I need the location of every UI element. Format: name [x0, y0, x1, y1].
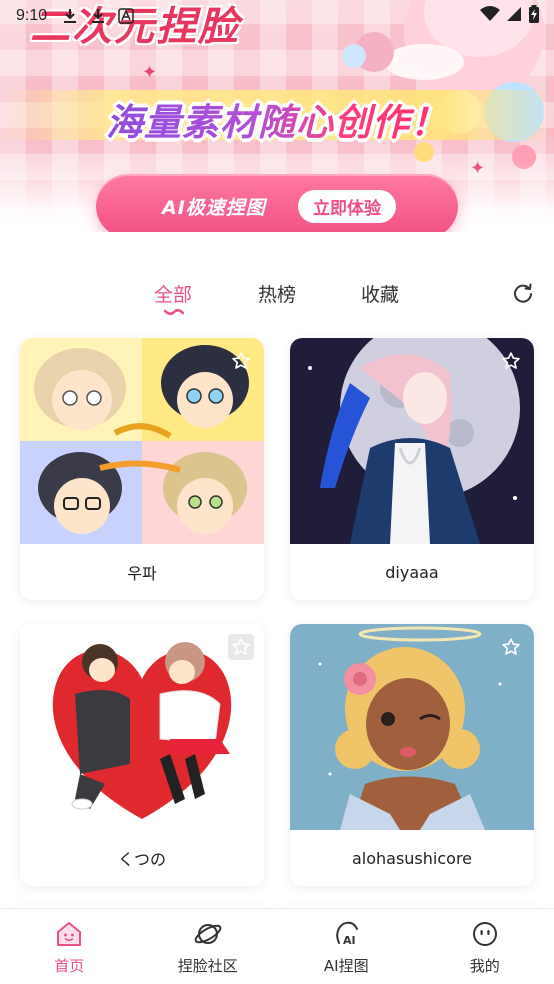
ai-quick-create-button[interactable]: AI极速捏图 立即体验 [96, 174, 458, 232]
nav-label: 我的 [469, 957, 500, 975]
bottom-navigation: 首页 捏脸社区 AI AI捏图 我的 [0, 908, 554, 984]
battery-charging-icon [528, 4, 540, 28]
status-time: 9:10 [16, 7, 48, 24]
refresh-icon[interactable] [512, 282, 534, 304]
card-image [20, 624, 264, 830]
star-icon[interactable] [228, 348, 254, 374]
svg-text:AI: AI [343, 934, 356, 947]
nav-item-ai-create[interactable]: AI AI捏图 [277, 909, 416, 984]
signal-icon [506, 6, 522, 27]
sparkle-icon: ✦ [142, 62, 158, 83]
nav-item-home[interactable]: 首页 [0, 909, 139, 984]
nav-label: 首页 [54, 957, 85, 975]
active-tab-indicator [164, 309, 184, 315]
ai-face-icon: AI [336, 921, 359, 947]
tab-hot[interactable]: 热榜 [258, 280, 296, 307]
creation-card[interactable]: alohasushicore [290, 624, 534, 886]
star-icon[interactable] [498, 634, 524, 660]
card-image [290, 624, 534, 830]
promo-banner[interactable]: 二次元捏脸 海量素材随心创作！ ✦ ✦ AI极速捏图 立即体验 [0, 0, 554, 232]
star-icon[interactable] [498, 348, 524, 374]
try-now-button[interactable]: 立即体验 [298, 190, 396, 223]
creation-card[interactable]: くつの [20, 624, 264, 886]
card-title: alohasushicore [351, 848, 473, 868]
planet-icon [194, 924, 222, 944]
nav-label: 捏脸社区 [177, 957, 238, 975]
card-title: くつの [117, 850, 166, 869]
wifi-icon [480, 5, 500, 27]
tab-all[interactable]: 全部 [154, 280, 192, 307]
card-image [20, 338, 264, 544]
nav-item-me[interactable]: 我的 [416, 909, 554, 984]
text-a-icon [117, 7, 135, 25]
nav-label: AI捏图 [323, 957, 369, 975]
card-image [290, 338, 534, 544]
card-title: diyaaa [385, 562, 439, 582]
banner-headline-main: 海量素材随心创作！ [106, 92, 448, 146]
nav-item-community[interactable]: 捏脸社区 [139, 909, 278, 984]
star-icon[interactable] [228, 634, 254, 660]
card-title: 우파 [127, 564, 157, 583]
smiley-icon [472, 922, 497, 946]
creation-card[interactable]: diyaaa [290, 338, 534, 600]
tab-favorites[interactable]: 收藏 [361, 280, 399, 307]
creation-card[interactable]: 우파 [20, 338, 264, 600]
home-icon [57, 922, 82, 946]
status-bar: 9:10 [0, 0, 554, 32]
download-icon [89, 7, 107, 25]
ai-pill-label: AI极速捏图 [162, 196, 266, 219]
download-icon [61, 7, 79, 25]
category-tabs: 全部 热榜 收藏 [0, 268, 554, 318]
